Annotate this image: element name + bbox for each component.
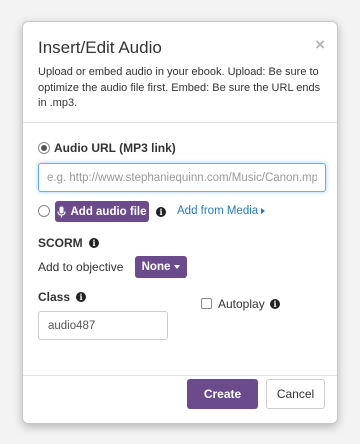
upload-radio[interactable]	[38, 205, 50, 217]
dialog-header: Insert/Edit Audio ×	[23, 22, 337, 70]
audio-url-radio[interactable]	[38, 142, 50, 154]
footer-divider	[23, 375, 337, 376]
add-to-objective-label: Add to objective	[38, 260, 124, 274]
class-label: Class	[38, 290, 71, 304]
microphone-icon	[57, 206, 67, 217]
audio-url-label: Audio URL (MP3 link)	[54, 141, 176, 155]
autoplay-checkbox[interactable]	[201, 298, 212, 309]
add-audio-file-button[interactable]: Add audio file	[55, 201, 149, 222]
cancel-button[interactable]: Cancel	[266, 379, 325, 409]
objective-dropdown[interactable]: None	[135, 256, 187, 278]
add-audio-file-label: Add audio file	[70, 205, 147, 218]
add-from-media-link[interactable]: Add from Media	[177, 205, 266, 217]
info-icon: i	[89, 238, 99, 248]
chevron-down-icon	[174, 265, 181, 269]
header-divider	[23, 122, 337, 123]
close-icon[interactable]: ×	[315, 36, 325, 53]
insert-audio-dialog: Insert/Edit Audio × Upload or embed audi…	[22, 21, 338, 424]
info-icon: i	[76, 292, 86, 302]
class-input[interactable]	[38, 311, 168, 340]
dialog-description: Upload or embed audio in your ebook. Upl…	[38, 66, 321, 109]
info-icon: i	[156, 207, 166, 217]
objective-value: None	[141, 261, 171, 273]
dialog-title: Insert/Edit Audio	[38, 38, 162, 57]
audio-url-input[interactable]	[38, 163, 326, 192]
autoplay-label: Autoplay	[218, 297, 265, 311]
info-icon: i	[270, 299, 280, 309]
create-button[interactable]: Create	[187, 379, 258, 409]
scorm-label: SCORM	[38, 236, 83, 250]
caret-right-icon	[261, 207, 266, 214]
